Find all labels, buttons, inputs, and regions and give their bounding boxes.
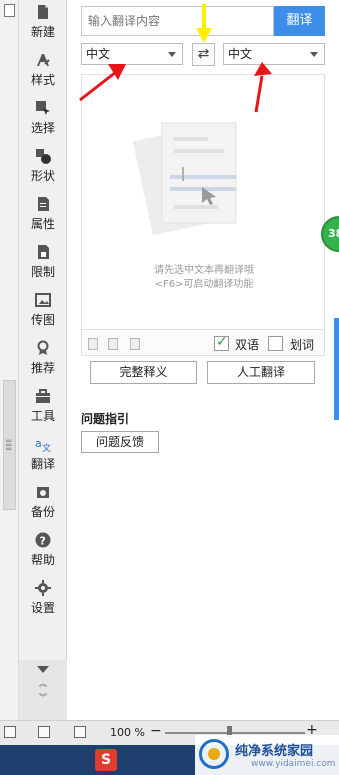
toolbar-label: 帮助: [30, 553, 55, 567]
svg-text:?: ?: [40, 535, 46, 548]
app-window: ═ ═ ═ 新建 样式 选择 形状 属性 限制 传图 推荐 工具 a 文 翻译 …: [0, 0, 339, 775]
translate-icon: a文: [35, 436, 51, 454]
toolbar-item-settings[interactable]: 设置: [19, 576, 67, 624]
toolbox-icon: [35, 388, 51, 404]
save-icon[interactable]: [4, 4, 15, 17]
toolbar-label: 设置: [30, 601, 55, 615]
feedback-button[interactable]: 问题反馈: [81, 431, 159, 453]
empty-hint-line1: 请先选中文本再翻译哦: [154, 265, 254, 276]
toolbar-item-style[interactable]: 样式: [19, 48, 67, 96]
underline-checkbox[interactable]: [268, 336, 283, 351]
toolbar-item-backup[interactable]: 备份: [19, 480, 67, 528]
chevron-down-icon: [168, 52, 176, 57]
cursor-icon: [35, 100, 51, 116]
toolbar-label: 推荐: [30, 361, 55, 375]
toolbar-item-restrict[interactable]: 限制: [19, 240, 67, 288]
zoom-out-button[interactable]: −: [150, 723, 162, 739]
translation-result-area: 请先选中文本再翻译哦 <F6>可启动翻译功能: [81, 74, 325, 330]
translate-input[interactable]: [81, 6, 274, 36]
toolbar-label: 形状: [30, 169, 55, 183]
translate-panel: 翻译 中文 ⇄ 中文 请先选中文本再翻译哦 <F6>可启动翻译功能: [67, 0, 339, 720]
underline-label: 划词: [290, 338, 315, 352]
toolbar-item-properties[interactable]: 属性: [19, 192, 67, 240]
swap-icon: ⇄: [197, 46, 210, 62]
right-collapse-bar[interactable]: [334, 318, 339, 420]
upload-image-icon: [35, 292, 51, 308]
scroll-down-double-icon[interactable]: ︾: [19, 692, 67, 703]
toolbar-label: 翻译: [30, 457, 55, 471]
help-icon: ?: [35, 532, 51, 548]
empty-hint-line2: <F6>可启动翻译功能: [154, 279, 254, 290]
delete-icon[interactable]: [130, 338, 140, 350]
toolbar-item-help[interactable]: ? 帮助: [19, 528, 67, 576]
recommend-icon: [35, 340, 51, 356]
svg-text:文: 文: [42, 442, 51, 452]
toolbar-item-translate[interactable]: a文 翻译: [19, 432, 67, 480]
watermark-title: 纯净系统家园: [235, 744, 314, 759]
human-translate-button[interactable]: 人工翻译: [207, 361, 315, 384]
toolbar-label: 新建: [30, 25, 55, 39]
toolbar-item-select[interactable]: 选择: [19, 96, 67, 144]
toolbar-label: 样式: [30, 73, 55, 87]
new-document-icon: [35, 4, 51, 20]
toolbar-label: 选择: [30, 121, 55, 135]
style-icon: [35, 52, 51, 68]
left-scroll-strip: ═ ═ ═: [0, 0, 19, 720]
toolbar-item-upload-image[interactable]: 传图: [19, 288, 67, 336]
empty-document-illustration: [132, 122, 237, 236]
paste-icon[interactable]: [108, 338, 118, 350]
toolbar-label: 传图: [30, 313, 55, 327]
toolbar-label: 备份: [30, 505, 55, 519]
document-icon[interactable]: [38, 726, 50, 738]
restrict-icon: [35, 244, 51, 260]
shapes-icon: [35, 148, 51, 164]
view-mode-icon[interactable]: [74, 726, 86, 738]
scroll-up-double-icon[interactable]: ︽: [19, 678, 67, 689]
result-options-bar: 双语 划词: [81, 330, 325, 356]
watermark-url: www.yidaimei.com: [251, 759, 336, 769]
translate-button[interactable]: 翻译: [274, 6, 325, 36]
help-section-title: 问题指引: [81, 412, 130, 426]
target-language-select[interactable]: 中文: [223, 43, 325, 65]
target-language-value: 中文: [228, 47, 253, 61]
zoom-level: 100 %: [110, 726, 145, 739]
bilingual-label: 双语: [235, 338, 260, 352]
swap-languages-button[interactable]: ⇄: [192, 43, 215, 66]
scroll-down-icon[interactable]: [37, 666, 49, 673]
toolbar-item-new[interactable]: 新建: [19, 0, 67, 48]
full-definition-button[interactable]: 完整释义: [90, 361, 197, 384]
toolbar-label: 工具: [30, 409, 55, 423]
toolbar-scroll-controls: ︽ ︾: [19, 660, 67, 720]
toolbar-label: 限制: [30, 265, 55, 279]
toolbar-item-recommend[interactable]: 推荐: [19, 336, 67, 384]
source-language-value: 中文: [86, 47, 111, 61]
toolbar-item-shapes[interactable]: 形状: [19, 144, 67, 192]
watermark: 纯净系统家园 www.yidaimei.com: [195, 735, 339, 775]
chevron-down-icon: [310, 52, 318, 57]
watermark-logo-icon: [199, 739, 229, 769]
copy-icon[interactable]: [88, 338, 98, 350]
page-view-icon[interactable]: [4, 726, 16, 738]
toolbar-label: 属性: [30, 217, 55, 231]
zoom-slider[interactable]: [165, 732, 305, 734]
backup-icon: [35, 484, 51, 500]
settings-icon: [35, 580, 51, 596]
bilingual-checkbox[interactable]: [214, 334, 229, 351]
side-toolbar: 新建 样式 选择 形状 属性 限制 传图 推荐 工具 a 文 翻译 备份 ? 帮…: [19, 0, 67, 720]
svg-text:a: a: [35, 437, 42, 450]
source-language-select[interactable]: 中文: [81, 43, 183, 65]
wps-app-icon[interactable]: S: [95, 749, 117, 771]
properties-icon: [35, 196, 51, 212]
grip-icon: ═ ═ ═: [6, 437, 12, 455]
toolbar-item-tools[interactable]: 工具: [19, 384, 67, 432]
